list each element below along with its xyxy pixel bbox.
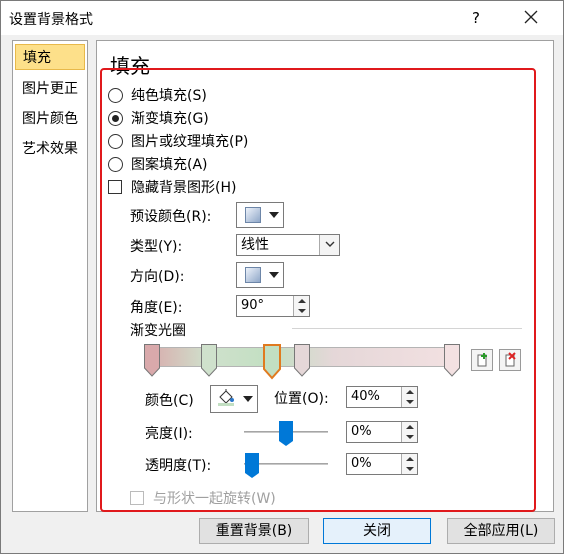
color-label: 颜色(C)	[145, 393, 194, 409]
rotate-with-shape-checkbox	[130, 491, 144, 505]
sidebar-item-picture-correction[interactable]: 图片更正	[15, 76, 85, 102]
brightness-slider-thumb[interactable]	[279, 421, 293, 446]
pattern-fill-label: 图案填充(A)	[131, 157, 208, 173]
hide-background-checkbox[interactable]	[108, 180, 122, 194]
transparency-label: 透明度(T):	[145, 458, 212, 474]
brightness-spin-buttons[interactable]	[401, 422, 417, 442]
preset-colors-label: 预设颜色(R):	[130, 209, 212, 225]
type-value: 线性	[241, 237, 269, 253]
transparency-spin-buttons[interactable]	[401, 454, 417, 474]
chevron-down-icon	[269, 212, 279, 218]
type-select[interactable]: 线性	[236, 234, 340, 256]
rotate-with-shape-label: 与形状一起旋转(W)	[153, 491, 276, 507]
position-label: 位置(O):	[274, 391, 329, 407]
gradient-stop-selected[interactable]	[263, 344, 281, 380]
radio-gradient-fill[interactable]	[108, 110, 123, 126]
position-value: 40%	[351, 389, 380, 404]
pattern-fill-option[interactable]: 图案填充(A)	[108, 154, 208, 174]
sidebar-item-picture-color[interactable]: 图片颜色	[15, 106, 85, 132]
angle-label: 角度(E):	[130, 300, 183, 316]
angle-spin-buttons[interactable]	[293, 296, 309, 316]
help-button[interactable]: ?	[463, 5, 489, 31]
category-sidebar: 填充 图片更正 图片颜色 艺术效果	[12, 40, 88, 512]
title-bar: 设置背景格式 ?	[1, 1, 563, 35]
spin-down-icon[interactable]	[297, 309, 306, 313]
gradient-stop[interactable]	[444, 344, 460, 378]
spin-down-icon[interactable]	[405, 467, 414, 471]
sidebar-item-artistic-effects[interactable]: 艺术效果	[15, 136, 85, 162]
spin-down-icon[interactable]	[405, 400, 414, 404]
transparency-slider-thumb[interactable]	[245, 453, 259, 478]
solid-fill-label: 纯色填充(S)	[131, 88, 207, 104]
dialog-title: 设置背景格式	[9, 12, 93, 28]
hide-background-option[interactable]: 隐藏背景图形(H)	[108, 177, 236, 197]
apply-to-all-button[interactable]: 全部应用(L)	[447, 518, 555, 544]
close-icon[interactable]	[517, 5, 545, 31]
chevron-down-icon	[269, 272, 279, 278]
solid-fill-option[interactable]: 纯色填充(S)	[108, 85, 207, 105]
reset-background-button[interactable]: 重置背景(B)	[199, 518, 309, 544]
picture-fill-label: 图片或纹理填充(P)	[131, 134, 249, 150]
section-divider	[292, 328, 522, 329]
direction-dropdown[interactable]	[236, 262, 284, 288]
brightness-value: 0%	[351, 424, 372, 439]
gradient-stop[interactable]	[144, 344, 160, 378]
spin-up-icon[interactable]	[405, 425, 414, 429]
color-dropdown[interactable]	[210, 385, 258, 413]
hide-background-label: 隐藏背景图形(H)	[131, 180, 237, 196]
add-gradient-stop-icon[interactable]	[471, 349, 493, 371]
position-spinner[interactable]: 40%	[346, 386, 418, 408]
close-button[interactable]: 关闭	[323, 518, 431, 544]
chevron-down-icon	[243, 396, 253, 402]
gradient-stop[interactable]	[294, 344, 310, 378]
paint-bucket-icon	[217, 388, 235, 410]
radio-pattern-fill[interactable]	[108, 156, 123, 172]
spin-up-icon[interactable]	[405, 390, 414, 394]
chevron-down-icon[interactable]	[319, 235, 339, 255]
spin-down-icon[interactable]	[405, 435, 414, 439]
gradient-stops-label: 渐变光圈	[130, 323, 186, 339]
rotate-with-shape-option: 与形状一起旋转(W)	[130, 488, 276, 508]
radio-solid-fill[interactable]	[108, 87, 123, 103]
radio-picture-fill[interactable]	[108, 133, 123, 149]
transparency-value: 0%	[351, 456, 372, 471]
preset-swatch-icon	[245, 207, 261, 223]
type-label: 类型(Y):	[130, 239, 183, 255]
position-spin-buttons[interactable]	[401, 387, 417, 407]
gradient-fill-label: 渐变填充(G)	[131, 111, 209, 127]
brightness-label: 亮度(I):	[145, 426, 193, 442]
gradient-stop[interactable]	[201, 344, 217, 378]
transparency-spinner[interactable]: 0%	[346, 453, 418, 475]
format-background-dialog: 设置背景格式 ? 填充 图片更正 图片颜色 艺术效果 填充 纯色填充(S) 渐变…	[0, 0, 564, 554]
gradient-fill-option[interactable]: 渐变填充(G)	[108, 108, 209, 128]
brightness-spinner[interactable]: 0%	[346, 421, 418, 443]
angle-value: 90°	[241, 298, 265, 313]
spin-up-icon[interactable]	[297, 299, 306, 303]
spin-up-icon[interactable]	[405, 457, 414, 461]
direction-swatch-icon	[245, 267, 261, 283]
fill-panel: 填充 纯色填充(S) 渐变填充(G) 图片或纹理填充(P) 图案填充(A) 隐藏…	[96, 40, 554, 512]
angle-spinner[interactable]: 90°	[236, 295, 310, 317]
remove-gradient-stop-icon[interactable]	[499, 349, 521, 371]
sidebar-item-fill[interactable]: 填充	[15, 44, 85, 70]
picture-fill-option[interactable]: 图片或纹理填充(P)	[108, 131, 248, 151]
direction-label: 方向(D):	[130, 269, 185, 285]
preset-colors-dropdown[interactable]	[236, 202, 284, 228]
